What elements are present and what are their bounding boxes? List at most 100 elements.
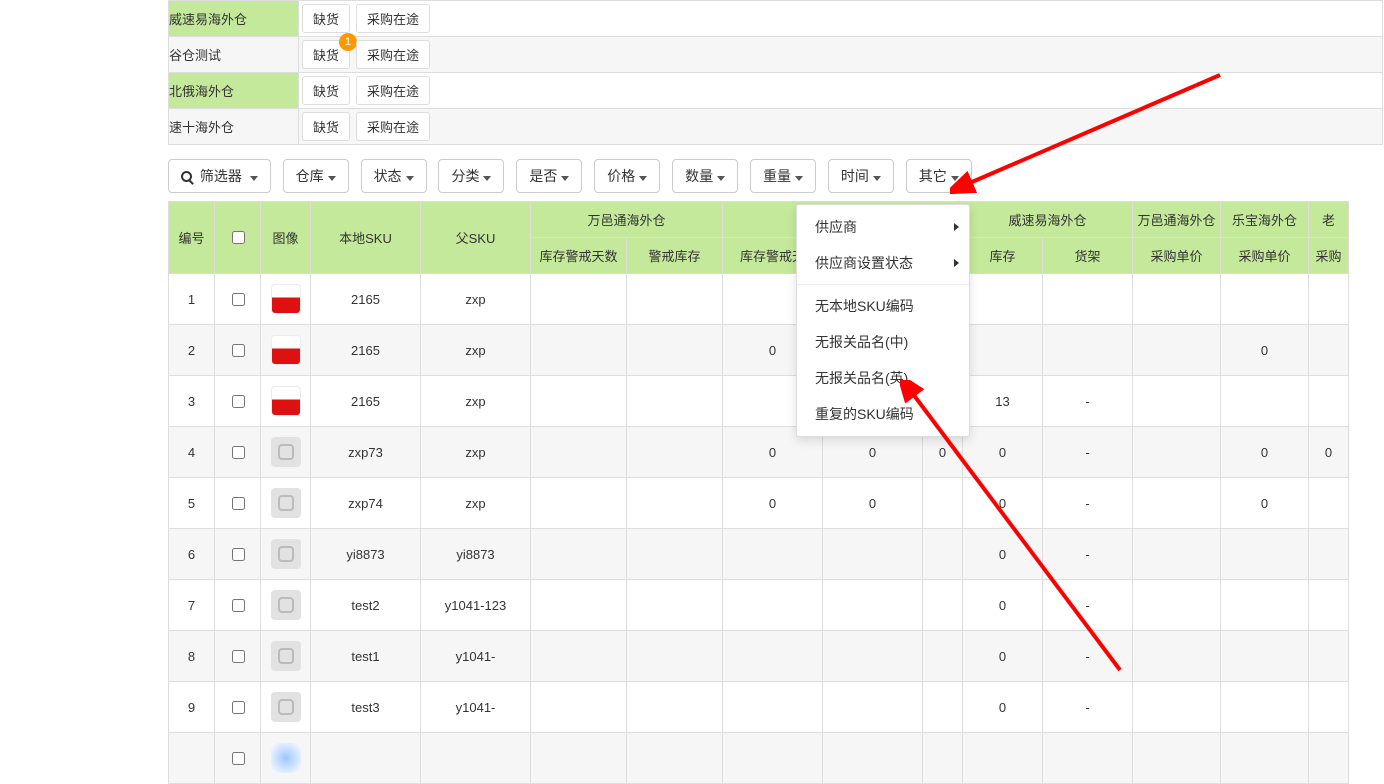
warehouse-tag[interactable]: 缺货 (302, 4, 350, 33)
row-checkbox[interactable] (232, 548, 245, 561)
warehouse-tag[interactable]: 缺货 (302, 76, 350, 105)
warehouse-label[interactable]: 北俄海外仓 (169, 73, 299, 109)
col-pp2[interactable]: 采购单价 (1221, 238, 1309, 274)
cell-local-sku: test2 (311, 580, 421, 631)
col-parent-sku[interactable]: 父SKU (421, 202, 531, 274)
table-row[interactable]: 4zxp73zxp0000-00 (169, 427, 1349, 478)
row-checkbox[interactable] (232, 395, 245, 408)
cell-shelf: - (1043, 529, 1133, 580)
cell-checkbox (215, 733, 261, 784)
row-checkbox[interactable] (232, 650, 245, 663)
table-row[interactable]: 5zxp74zxp000-0 (169, 478, 1349, 529)
warehouse-label[interactable]: 速十海外仓 (169, 109, 299, 145)
warehouse-actions: 缺货1采购在途 (299, 37, 1383, 73)
col-index[interactable]: 编号 (169, 202, 215, 274)
thumbnail[interactable] (271, 437, 301, 467)
row-checkbox[interactable] (232, 293, 245, 306)
thumbnail[interactable] (271, 386, 301, 416)
row-checkbox[interactable] (232, 446, 245, 459)
col-group-wy2[interactable]: 万邑通海外仓 (1133, 202, 1221, 238)
table-row[interactable] (169, 733, 1349, 784)
table-row[interactable]: 12165zxp (169, 274, 1349, 325)
warehouse-label[interactable]: 谷仓测试 (169, 37, 299, 73)
col-local-sku[interactable]: 本地SKU (311, 202, 421, 274)
filter-yesno-button[interactable]: 是否 (516, 159, 582, 193)
thumbnail[interactable] (271, 488, 301, 518)
table-row[interactable]: 22165zxp00 (169, 325, 1349, 376)
warehouse-tag[interactable]: 采购在途 (356, 112, 430, 141)
table-row[interactable]: 9test3y1041-0- (169, 682, 1349, 733)
table-row[interactable]: 7test2y1041-1230- (169, 580, 1349, 631)
col-stock[interactable]: 库存 (963, 238, 1043, 274)
thumbnail[interactable] (271, 539, 301, 569)
filter-search-button[interactable]: 筛选器 (168, 159, 271, 193)
filter-weight-button[interactable]: 重量 (750, 159, 816, 193)
col-group-lb2[interactable]: 乐宝海外仓 (1221, 202, 1309, 238)
table-row[interactable]: 6yi8873yi88730- (169, 529, 1349, 580)
menu-dup-sku[interactable]: 重复的SKU编码 (797, 396, 969, 432)
cell-warn-stock (627, 376, 723, 427)
menu-no-cn-name[interactable]: 无报关品名(中) (797, 324, 969, 360)
menu-supplier[interactable]: 供应商 (797, 209, 969, 245)
filter-price-button[interactable]: 价格 (594, 159, 660, 193)
filter-status-button[interactable]: 状态 (361, 159, 427, 193)
thumbnail[interactable] (271, 284, 301, 314)
thumbnail[interactable] (271, 743, 301, 773)
cell-pp (1133, 427, 1221, 478)
cell-pp2 (1221, 376, 1309, 427)
cell-checkbox (215, 427, 261, 478)
cell-pp2 (1221, 274, 1309, 325)
warehouse-tag[interactable]: 采购在途 (356, 40, 430, 69)
warehouse-tag[interactable]: 采购在途 (356, 76, 430, 105)
check-all[interactable] (232, 231, 245, 244)
other-dropdown: 供应商 供应商设置状态 无本地SKU编码 无报关品名(中) 无报关品名(英) 重… (796, 204, 970, 437)
filter-search-label: 筛选器 (200, 168, 242, 184)
menu-no-local-sku[interactable]: 无本地SKU编码 (797, 288, 969, 324)
cell-parent-sku (421, 733, 531, 784)
table-row[interactable]: 8test1y1041-0- (169, 631, 1349, 682)
thumbnail[interactable] (271, 692, 301, 722)
cell-image (261, 733, 311, 784)
col-pp[interactable]: 采购单价 (1133, 238, 1221, 274)
col-buy[interactable]: 采购 (1309, 238, 1349, 274)
row-checkbox[interactable] (232, 497, 245, 510)
row-checkbox[interactable] (232, 701, 245, 714)
thumbnail[interactable] (271, 590, 301, 620)
cell-shelf (1043, 733, 1133, 784)
filter-bar: 筛选器 仓库 状态 分类 是否 价格 数量 重量 时间 其它 (168, 159, 1384, 193)
col-checkbox[interactable] (215, 202, 261, 274)
col-group-old[interactable]: 老 (1309, 202, 1349, 238)
warehouse-label[interactable]: 威速易海外仓 (169, 1, 299, 37)
filter-time-button[interactable]: 时间 (828, 159, 894, 193)
cell-buy (1309, 274, 1349, 325)
cell-warn-days2 (723, 631, 823, 682)
col-warn-days[interactable]: 库存警戒天数 (531, 238, 627, 274)
thumbnail[interactable] (271, 335, 301, 365)
cell-shelf: - (1043, 580, 1133, 631)
cell-warn-days (531, 580, 627, 631)
warehouse-tag[interactable]: 采购在途 (356, 4, 430, 33)
thumbnail[interactable] (271, 641, 301, 671)
cell-stock: 0 (963, 682, 1043, 733)
filter-warehouse-button[interactable]: 仓库 (283, 159, 349, 193)
filter-qty-button[interactable]: 数量 (672, 159, 738, 193)
cell-index: 3 (169, 376, 215, 427)
menu-supplier-status[interactable]: 供应商设置状态 (797, 245, 969, 281)
warehouse-actions: 缺货采购在途 (299, 73, 1383, 109)
col-group-wy[interactable]: 万邑通海外仓 (531, 202, 723, 238)
col-shelf[interactable]: 货架 (1043, 238, 1133, 274)
filter-category-button[interactable]: 分类 (438, 159, 504, 193)
cell-image (261, 325, 311, 376)
row-checkbox[interactable] (232, 752, 245, 765)
warehouse-tag[interactable]: 缺货 (302, 112, 350, 141)
col-image[interactable]: 图像 (261, 202, 311, 274)
menu-no-en-name[interactable]: 无报关品名(英) (797, 360, 969, 396)
col-warn-stock[interactable]: 警戒库存 (627, 238, 723, 274)
cell-index: 8 (169, 631, 215, 682)
filter-other-button[interactable]: 其它 (906, 159, 972, 193)
row-checkbox[interactable] (232, 599, 245, 612)
warehouse-tag[interactable]: 缺货1 (302, 40, 350, 69)
table-row[interactable]: 32165zxp13- (169, 376, 1349, 427)
col-group-wsy[interactable]: 威速易海外仓 (963, 202, 1133, 238)
row-checkbox[interactable] (232, 344, 245, 357)
